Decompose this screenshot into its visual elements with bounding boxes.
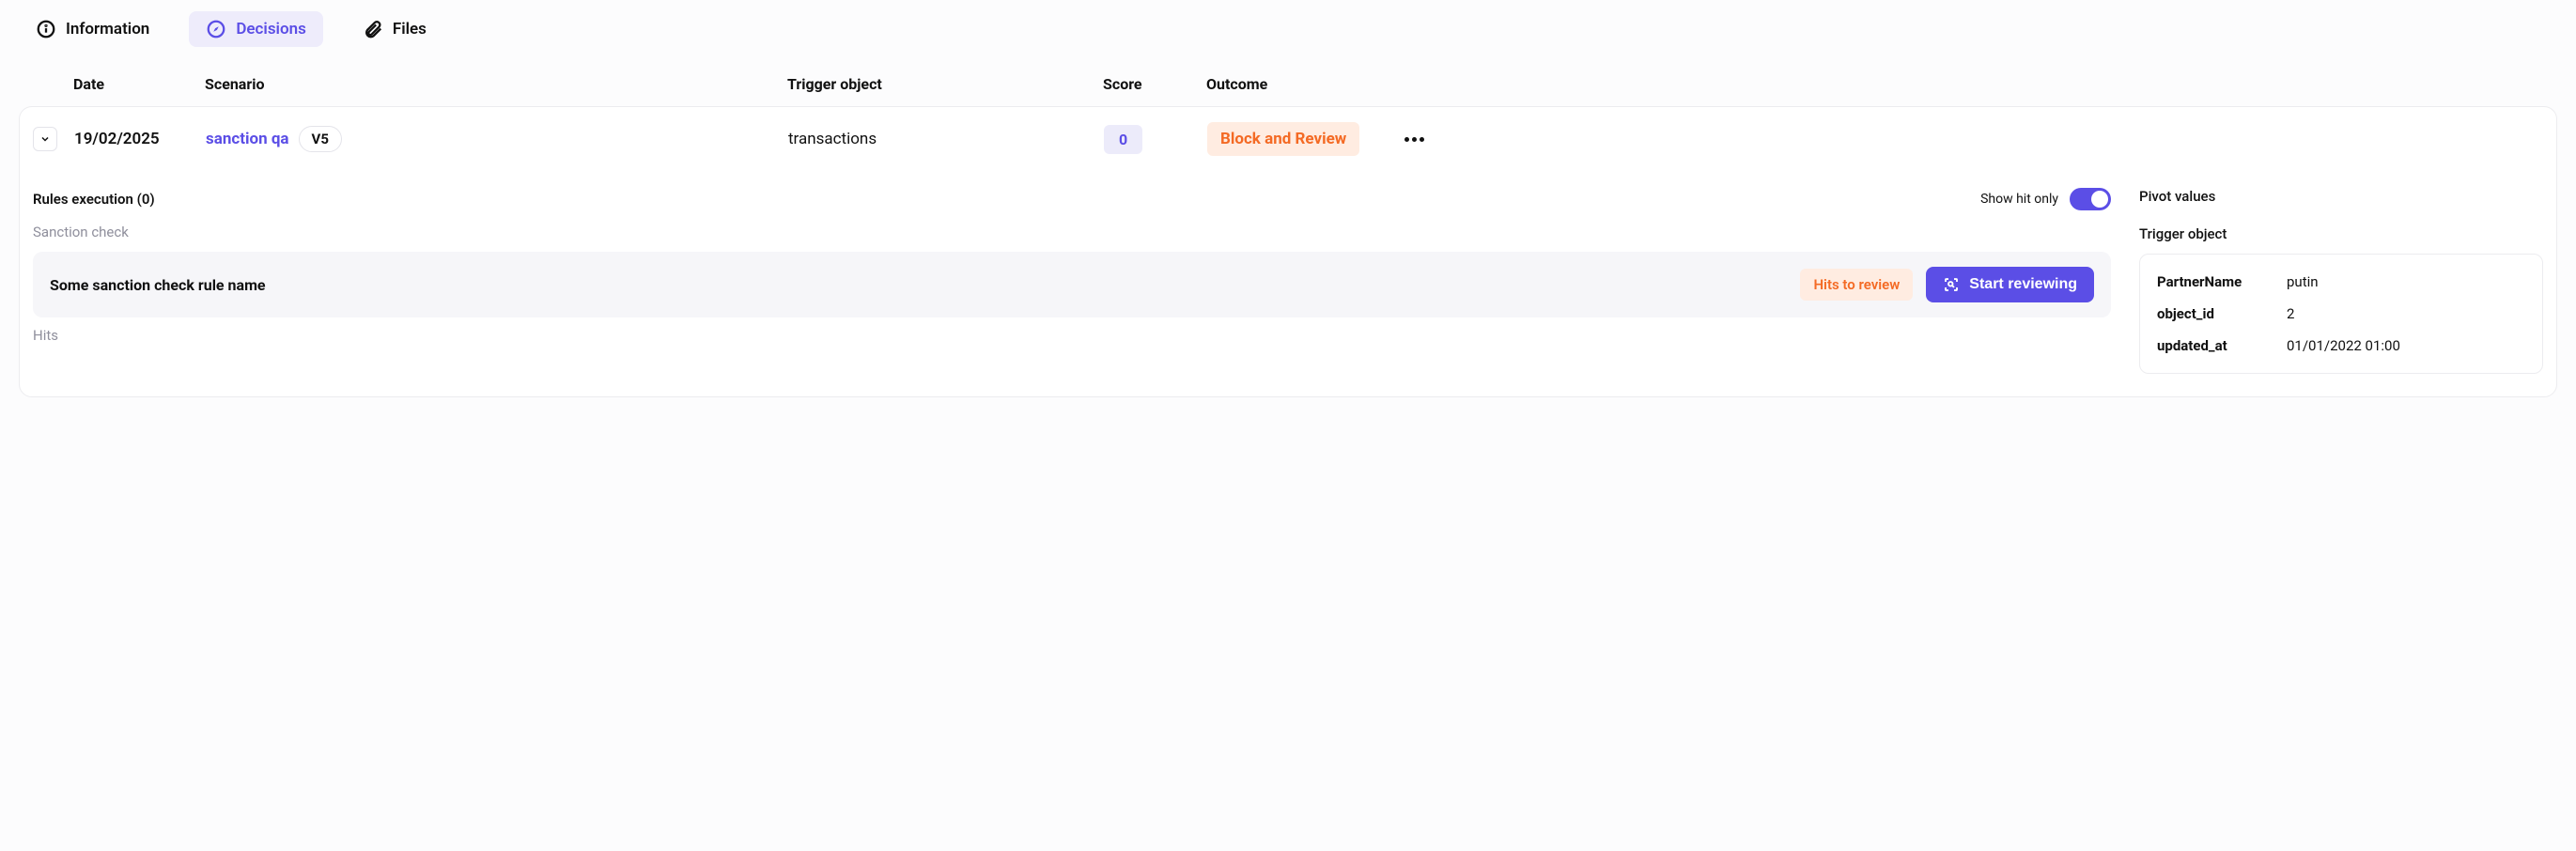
header-scenario: Scenario	[205, 75, 787, 93]
decision-card: 19/02/2025 sanction qa V5 transactions 0…	[19, 106, 2557, 397]
decision-trigger: transactions	[788, 130, 1104, 148]
header-trigger: Trigger object	[787, 75, 1103, 93]
tab-information-label: Information	[66, 20, 149, 39]
rule-row: Some sanction check rule name Hits to re…	[33, 252, 2111, 317]
scan-icon	[1943, 276, 1960, 293]
tab-files[interactable]: Files	[346, 11, 443, 47]
decision-date: 19/02/2025	[74, 130, 206, 148]
toggle-knob	[2091, 191, 2108, 208]
scenario-link[interactable]: sanction qa	[206, 130, 289, 148]
rule-name: Some sanction check rule name	[50, 276, 1787, 294]
version-badge: V5	[299, 126, 342, 152]
kv-row: PartnerName putin	[2157, 266, 2525, 298]
rules-execution-label: Rules execution (0)	[33, 191, 155, 208]
tabs: Information Decisions Files	[19, 8, 2557, 66]
tab-information[interactable]: Information	[19, 11, 166, 47]
sanction-check-heading: Sanction check	[33, 224, 2111, 240]
trigger-object-box: PartnerName putin object_id 2 updated_at…	[2139, 254, 2543, 374]
kv-val: 01/01/2022 01:00	[2287, 337, 2400, 354]
trigger-object-heading: Trigger object	[2139, 225, 2543, 242]
outcome-badge: Block and Review	[1207, 122, 1359, 156]
pivot-values-heading: Pivot values	[2139, 188, 2543, 205]
hits-heading: Hits	[33, 327, 2111, 344]
tab-files-label: Files	[393, 20, 427, 39]
kv-row: object_id 2	[2157, 298, 2525, 330]
kv-val: putin	[2287, 273, 2319, 290]
kv-key: PartnerName	[2157, 273, 2270, 290]
header-score: Score	[1103, 75, 1206, 93]
chevron-down-icon	[39, 133, 51, 145]
start-reviewing-label: Start reviewing	[1969, 276, 2077, 293]
attachment-icon	[363, 19, 383, 39]
table-headers: Date Scenario Trigger object Score Outco…	[19, 66, 2557, 106]
hits-to-review-badge: Hits to review	[1800, 269, 1913, 301]
compass-icon	[206, 19, 226, 39]
show-hit-only-toggle[interactable]	[2070, 188, 2111, 210]
expand-button[interactable]	[33, 127, 57, 151]
kv-row: updated_at 01/01/2022 01:00	[2157, 330, 2525, 362]
start-reviewing-button[interactable]: Start reviewing	[1926, 267, 2094, 302]
kv-key: updated_at	[2157, 337, 2270, 354]
decision-row: 19/02/2025 sanction qa V5 transactions 0…	[20, 107, 2556, 171]
header-outcome: Outcome	[1206, 75, 1394, 93]
kv-val: 2	[2287, 305, 2294, 322]
score-badge: 0	[1104, 125, 1142, 154]
show-hit-only-label: Show hit only	[1980, 192, 2058, 207]
tab-decisions[interactable]: Decisions	[189, 11, 323, 47]
more-actions-button[interactable]	[1395, 137, 1433, 142]
kv-key: object_id	[2157, 305, 2270, 322]
info-icon	[36, 19, 56, 39]
header-date: Date	[73, 75, 205, 93]
tab-decisions-label: Decisions	[236, 20, 306, 39]
